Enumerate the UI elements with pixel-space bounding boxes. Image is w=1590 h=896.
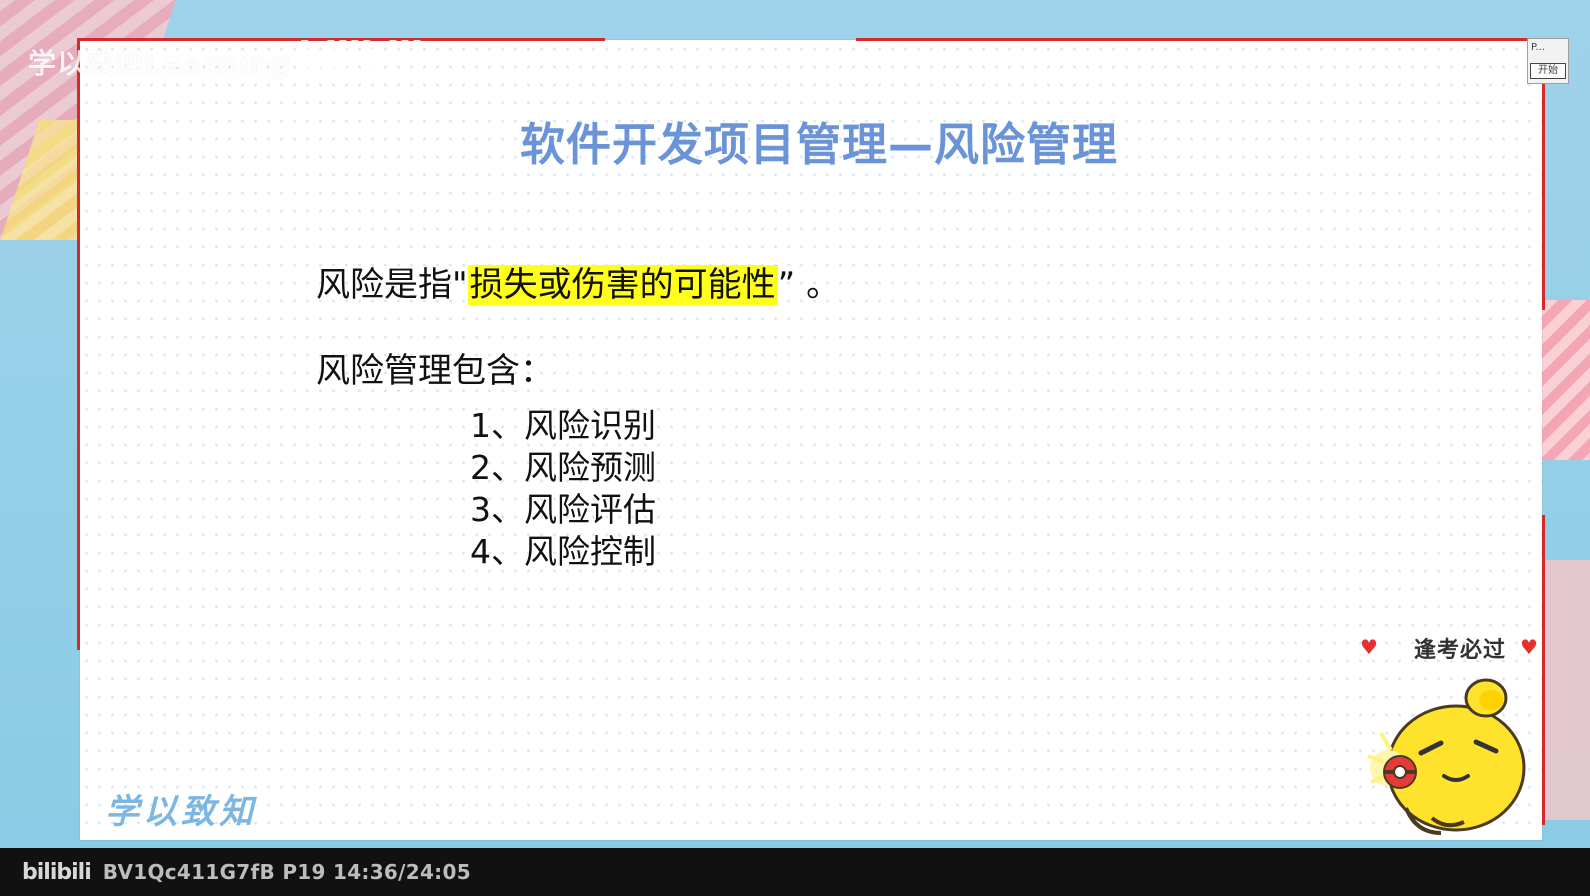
list-item: 3、风险评估 <box>470 489 656 529</box>
widget-label: P... <box>1531 42 1546 53</box>
slide-border-left <box>77 40 80 650</box>
definition-prefix: 风险是指" <box>316 265 468 305</box>
video-frame: 学以致知Learning bilibili 软件开发项目管理—风险管理 风险是指… <box>0 0 1590 848</box>
slide-border-top-right <box>856 38 1546 41</box>
video-status-text: BV1Qc411G7fB P19 14:36/24:05 <box>102 860 471 884</box>
bilibili-logo: bilibili <box>22 859 92 885</box>
heart-icon: ♥ <box>1360 635 1378 659</box>
mini-control-panel: P... 开始 <box>1527 38 1569 84</box>
status-bar: bilibili BV1Qc411G7fB P19 14:36/24:05 <box>0 848 1590 896</box>
definition-highlight: 损失或伤害的可能性 <box>467 265 778 305</box>
start-button[interactable]: 开始 <box>1530 63 1566 79</box>
list-item: 4、风险控制 <box>470 531 656 571</box>
bilibili-watermark: bilibili <box>298 34 424 78</box>
management-heading: 风险管理包含： <box>316 351 554 391</box>
mascot-illustration <box>1367 678 1526 835</box>
slide-content: 风险是指"损失或伤害的可能性” 。 风险管理包含： 1、风险识别 2、风险预测 … <box>316 265 841 572</box>
heart-icon: ♥ <box>1520 635 1538 659</box>
risk-definition: 风险是指"损失或伤害的可能性” 。 <box>316 265 841 312</box>
slide-title: 软件开发项目管理—风险管理 <box>520 118 1119 171</box>
watermark-text: 学以致知Learning <box>28 47 292 80</box>
risk-management-list: 1、风险识别 2、风险预测 3、风险评估 4、风险控制 <box>316 404 840 572</box>
list-item: 2、风险预测 <box>470 447 656 487</box>
bottom-left-logo: 学以致知 <box>105 792 257 832</box>
definition-suffix: ” 。 <box>777 265 841 305</box>
list-item: 1、风险识别 <box>470 405 656 445</box>
